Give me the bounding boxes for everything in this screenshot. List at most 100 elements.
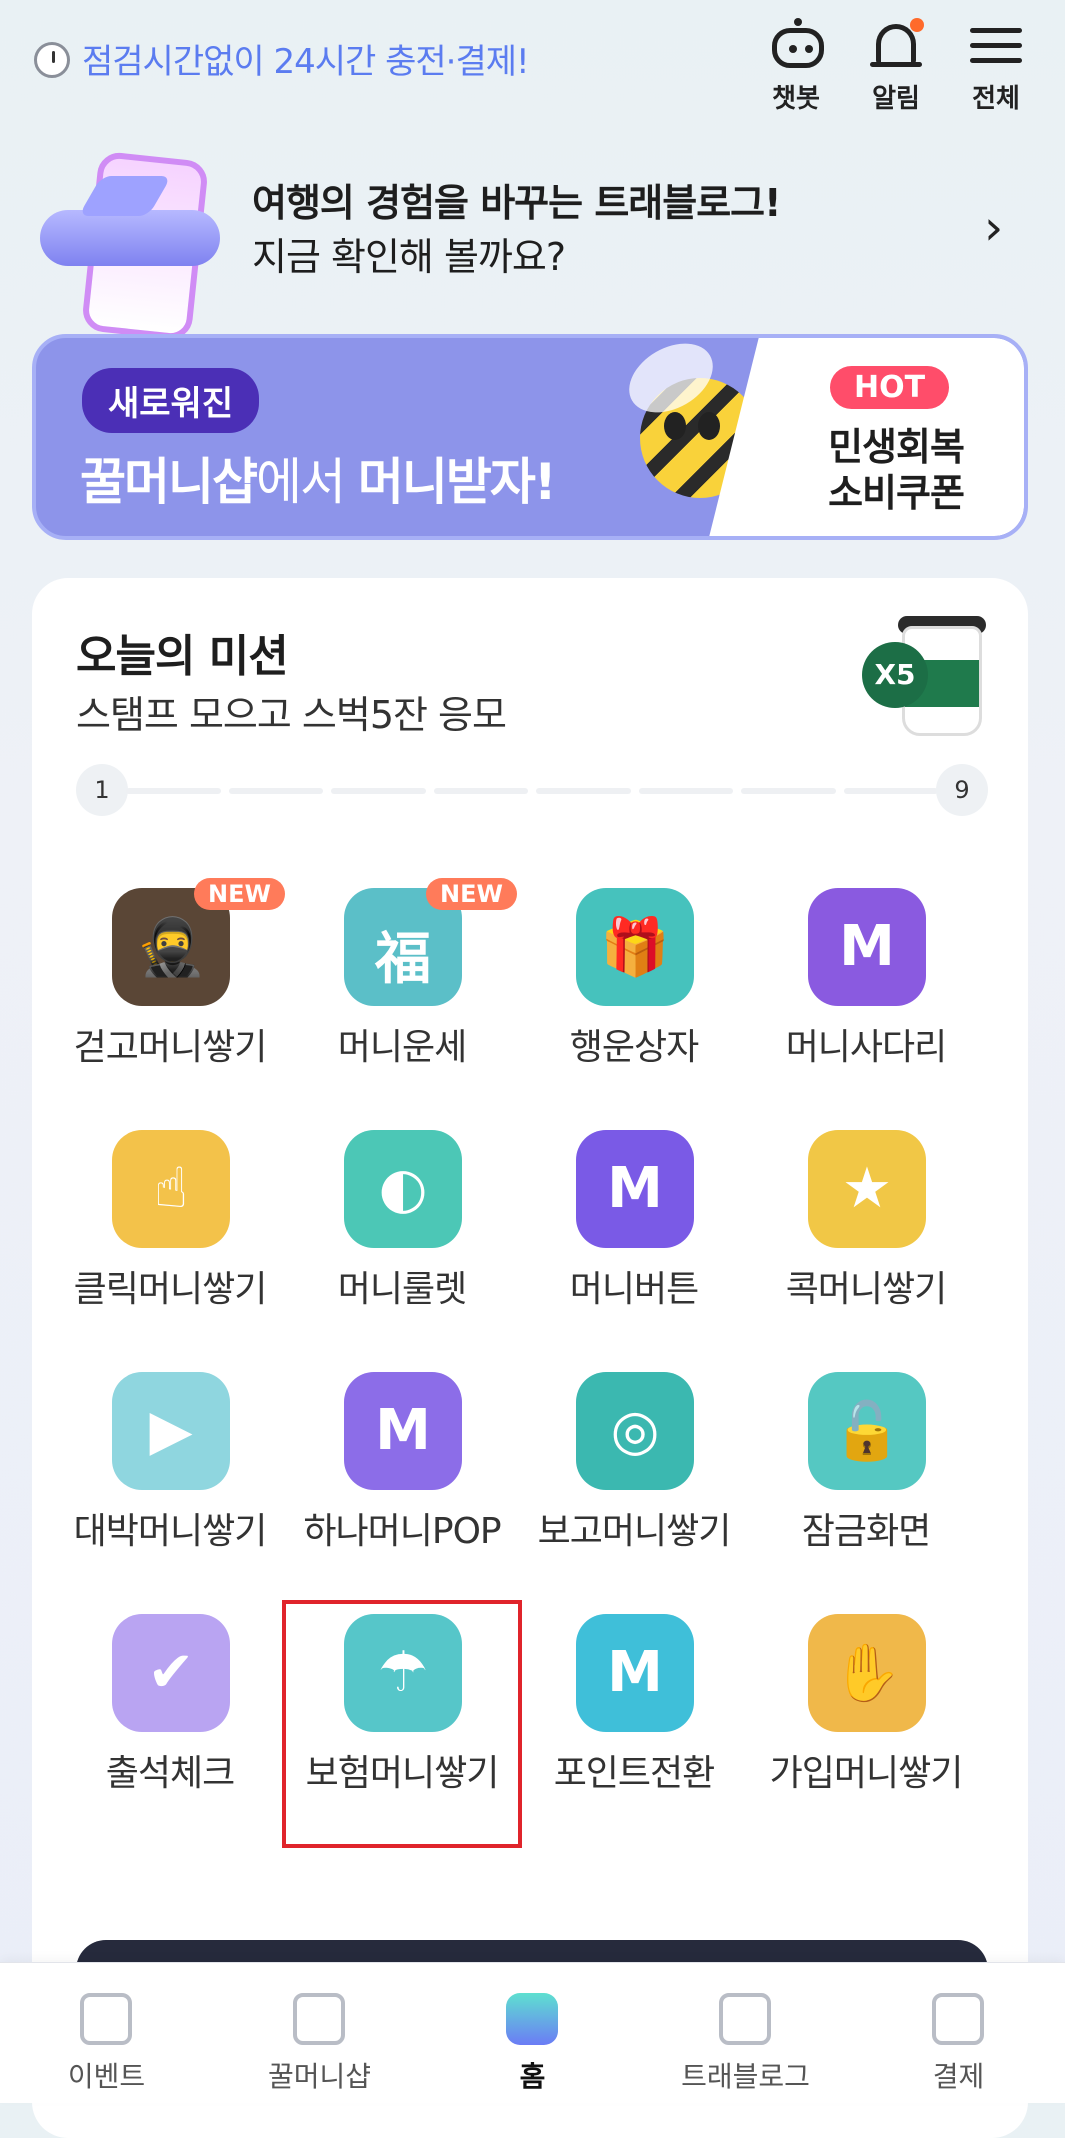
mission-item-label: 머니룰렛 [337,1269,467,1310]
coupon-text: 민생회복 소비쿠폰 [828,425,965,515]
tab-label: 결제 [932,2060,985,2093]
tab-label: 트래블로그 [681,2060,810,2093]
travelog-promo[interactable]: 여행의 경험을 바꾸는 트래블로그! 지금 확인해 볼까요? › [0,130,1065,342]
chatbot-button[interactable]: 챗봇 [746,18,846,114]
mission-title: 오늘의 미션 [76,631,289,682]
alarm-label: 알림 [872,84,920,114]
mission-item-label: 출석체크 [105,1753,235,1794]
mission-item[interactable]: ▶ 대박머니쌓기 [54,1362,286,1602]
hot-badge: HOT [830,366,950,409]
money-bag-ladder-icon: M [808,888,926,1006]
tab-label: 꿀머니샵 [267,2060,372,2093]
alarm-button[interactable]: 알림 [846,18,946,114]
mission-item-label: 하나머니POP [303,1511,501,1552]
mission-item[interactable]: M 머니사다리 [750,878,982,1118]
banner-headline: 꿀머니샵에서 머니받자! [80,453,557,511]
mission-item[interactable]: ☂ 보험머니쌓기 [282,1600,522,1848]
video-play-icon: ▶ [112,1372,230,1490]
mission-subtitle: 스탬프 모으고 스벅5잔 응모 [76,693,507,737]
bell-icon [876,24,916,64]
m-hexagon-icon [293,1993,345,2045]
tab-label: 이벤트 [67,2060,146,2093]
mission-item-label: 보고머니쌓기 [537,1511,732,1552]
poke-coin-icon: ★ [808,1130,926,1248]
mission-item[interactable]: ◎ 보고머니쌓기 [518,1362,750,1602]
tab-label: 홈 [519,2060,546,2093]
mission-item-label: 잠금화면 [801,1511,931,1552]
barcode-scan-icon [932,1993,984,2045]
chatbot-label: 챗봇 [772,84,820,114]
progress-segment [843,788,938,794]
gift-icon [80,1993,132,2045]
airplane-phone-icon [20,140,240,342]
tab-plane-ticket[interactable]: 트래블로그 [639,1963,852,2103]
mission-item-label: 보험머니쌓기 [305,1753,500,1794]
progress-segment [741,788,836,794]
new-alarm-dot [910,18,924,32]
top-bar: 점검시간없이 24시간 충전·결제! 챗봇 알림 전체 [0,0,1065,120]
mission-item-label: 가입머니쌓기 [769,1753,964,1794]
chatbot-icon [794,18,802,26]
m-exchange-icon: M [576,1614,694,1732]
progress-segment [228,788,323,794]
plane-ticket-icon [719,1993,771,2045]
mission-item[interactable]: M 포인트전환 [518,1604,750,1844]
money-button-icon: M [576,1130,694,1248]
m-coin-pop-icon: M [344,1372,462,1490]
multiplier-badge: X5 [862,642,928,708]
home-icon [506,1993,558,2045]
mission-item[interactable]: 福 NEW 머니운세 [286,878,518,1118]
honey-money-shop-banner[interactable]: 새로워진 꿀머니샵에서 머니받자! HOT 민생회복 소비쿠폰 [32,334,1028,540]
mission-item-label: 콕머니쌓기 [785,1269,948,1310]
menu-button[interactable]: 전체 [946,18,1046,114]
hot-coupon-panel[interactable]: HOT 민생회복 소비쿠폰 [774,338,1024,536]
new-badge: NEW [194,878,285,910]
tab-barcode-scan[interactable]: 결제 [852,1963,1065,2103]
tab-m-hexagon[interactable]: 꿀머니샵 [213,1963,426,2103]
coin-hand-icon: ✋ [808,1614,926,1732]
clock-icon [34,42,70,78]
mission-item-label: 포인트전환 [553,1753,716,1794]
gift-box-icon: 🎁 [576,888,694,1006]
mission-item[interactable]: ★ 콕머니쌓기 [750,1120,982,1360]
new-badge: NEW [426,878,517,910]
mission-item[interactable]: M 하나머니POP [286,1362,518,1602]
coffee-cup-icon: X5 [862,612,1002,742]
mission-item-label: 대박머니쌓기 [73,1511,268,1552]
binoculars-icon: ◎ [576,1372,694,1490]
chevron-right-icon: › [984,200,1004,256]
progress-segment [126,788,221,794]
promo-title: 여행의 경험을 바꾸는 트래블로그! [252,181,781,225]
mission-item-label: 걷고머니쌓기 [73,1027,268,1068]
roulette-icon: ◐ [344,1130,462,1248]
mission-item-label: 머니운세 [337,1027,467,1068]
mission-item[interactable]: 🎁 행운상자 [518,878,750,1118]
progress-segment [433,788,528,794]
car-umbrella-icon: ☂ [344,1614,462,1732]
service-notice[interactable]: 점검시간없이 24시간 충전·결제! [82,34,530,83]
bottom-tab-bar: 이벤트 꿀머니샵 홈 트래블로그 결제 [0,1962,1065,2103]
progress-segment [536,788,631,794]
menu-label: 전체 [972,84,1020,114]
mission-card: 오늘의 미션 스탬프 모으고 스벅5잔 응모 X5 1 9 🥷 NEW 걷고머니쌓기… [32,578,1028,2138]
mission-item[interactable]: ✋ 가입머니쌓기 [750,1604,982,1844]
calendar-check-icon: ✔ [112,1614,230,1732]
tap-coins-icon: ☝ [112,1130,230,1248]
mission-item[interactable]: ✔ 출석체크 [54,1604,286,1844]
tab-gift[interactable]: 이벤트 [0,1963,213,2103]
banner-pill: 새로워진 [82,368,260,433]
mission-item-label: 머니버튼 [569,1269,699,1310]
progress-end: 9 [936,764,988,816]
mission-item-label: 머니사다리 [785,1027,948,1068]
tab-home[interactable]: 홈 [426,1963,639,2103]
hamburger-icon [970,28,1022,33]
mission-item-label: 클릭머니쌓기 [73,1269,268,1310]
padlock-key-icon: 🔓 [808,1372,926,1490]
progress-segment [331,788,426,794]
mission-item[interactable]: 🥷 NEW 걷고머니쌓기 [54,878,286,1118]
mission-item[interactable]: ☝ 클릭머니쌓기 [54,1120,286,1360]
mission-item[interactable]: ◐ 머니룰렛 [286,1120,518,1360]
mission-item[interactable]: M 머니버튼 [518,1120,750,1360]
promo-subtitle: 지금 확인해 볼까요? [252,235,566,279]
mission-item[interactable]: 🔓 잠금화면 [750,1362,982,1602]
